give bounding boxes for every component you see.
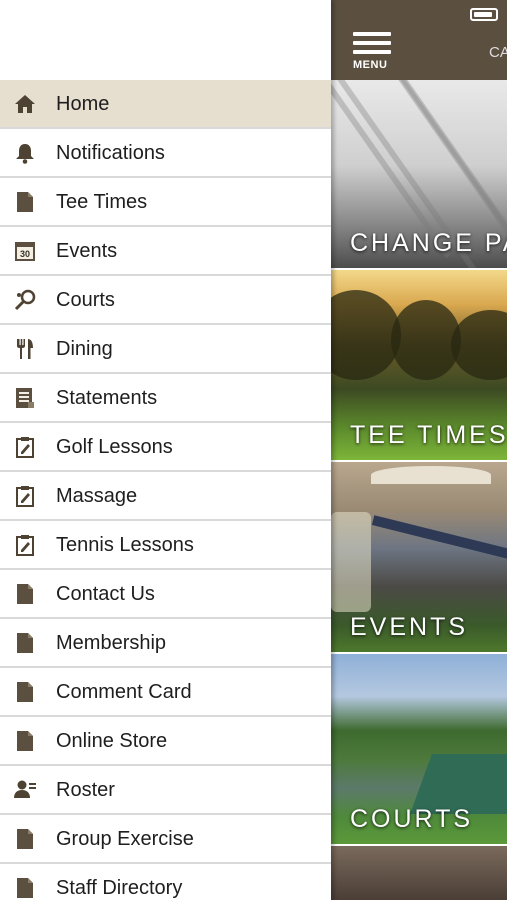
- document-icon: [13, 681, 37, 703]
- document-icon: [13, 632, 37, 654]
- clipboard-edit-icon: [13, 436, 37, 458]
- statement-icon: [13, 387, 37, 409]
- tile-partial[interactable]: [331, 846, 507, 900]
- battery-icon: [470, 8, 498, 21]
- document-icon: [13, 828, 37, 850]
- roster-icon: [13, 779, 37, 801]
- page-title: CA: [489, 44, 507, 61]
- menu-item-tee-times[interactable]: Tee Times: [0, 178, 331, 227]
- menu-item-events[interactable]: 30 Events: [0, 227, 331, 276]
- tile-tee-times[interactable]: TEE TIMES: [331, 270, 507, 462]
- tile-label: COURTS: [350, 805, 474, 833]
- tile-label: EVENTS: [350, 613, 469, 641]
- menu-item-label: Contact Us: [56, 583, 155, 605]
- top-bar: MENU CA: [331, 0, 507, 80]
- menu-label: MENU: [353, 59, 388, 71]
- menu-item-label: Membership: [56, 632, 167, 654]
- menu-item-tennis-lessons[interactable]: Tennis Lessons: [0, 521, 331, 570]
- menu-item-dining[interactable]: Dining: [0, 325, 331, 374]
- menu-item-label: Dining: [56, 338, 113, 360]
- calendar-icon: 30: [13, 240, 37, 262]
- menu-item-comment-card[interactable]: Comment Card: [0, 668, 331, 717]
- menu-item-label: Group Exercise: [56, 828, 194, 850]
- menu-item-label: Comment Card: [56, 681, 192, 703]
- menu-item-notifications[interactable]: Notifications: [0, 129, 331, 178]
- menu-item-contact-us[interactable]: Contact Us: [0, 570, 331, 619]
- utensils-icon: [13, 338, 37, 360]
- menu-item-label: Online Store: [56, 730, 168, 752]
- document-icon: [13, 730, 37, 752]
- hamburger-icon: [353, 32, 391, 36]
- menu-item-home[interactable]: Home: [0, 80, 331, 129]
- bell-icon: [13, 142, 37, 164]
- menu-list: Home Notifications Tee Times 30 Events C…: [0, 80, 331, 900]
- menu-item-label: Events: [56, 240, 118, 262]
- menu-item-label: Courts: [56, 289, 115, 311]
- navigation-drawer: Home Notifications Tee Times 30 Events C…: [0, 0, 331, 900]
- menu-item-label: Statements: [56, 387, 158, 409]
- home-icon: [13, 93, 37, 115]
- clipboard-edit-icon: [13, 534, 37, 556]
- document-icon: [13, 583, 37, 605]
- tile-events[interactable]: EVENTS: [331, 462, 507, 654]
- tile-change-password[interactable]: CHANGE PA: [331, 80, 507, 270]
- menu-item-label: Notifications: [56, 142, 165, 164]
- menu-item-label: Roster: [56, 779, 115, 801]
- menu-item-group-exercise[interactable]: Group Exercise: [0, 815, 331, 864]
- document-icon: [13, 191, 37, 213]
- menu-item-label: Staff Directory: [56, 877, 183, 899]
- tile-label: CHANGE PA: [350, 229, 507, 257]
- clipboard-edit-icon: [13, 485, 37, 507]
- menu-item-label: Home: [56, 93, 110, 115]
- menu-item-courts[interactable]: Courts: [0, 276, 331, 325]
- menu-item-staff-directory[interactable]: Staff Directory: [0, 864, 331, 900]
- main-content: MENU CA CHANGE PA TEE TIMES EVENTS COURT…: [331, 0, 507, 900]
- menu-item-label: Tennis Lessons: [56, 534, 194, 556]
- menu-button[interactable]: MENU: [353, 32, 393, 74]
- menu-item-roster[interactable]: Roster: [0, 766, 331, 815]
- menu-item-golf-lessons[interactable]: Golf Lessons: [0, 423, 331, 472]
- document-icon: [13, 877, 37, 899]
- menu-item-membership[interactable]: Membership: [0, 619, 331, 668]
- svg-text:30: 30: [20, 249, 30, 259]
- menu-item-label: Tee Times: [56, 191, 148, 213]
- racquet-icon: [13, 289, 37, 311]
- drawer-header: [0, 0, 331, 80]
- tile-courts[interactable]: COURTS: [331, 654, 507, 846]
- menu-item-statements[interactable]: Statements: [0, 374, 331, 423]
- menu-item-massage[interactable]: Massage: [0, 472, 331, 521]
- menu-item-label: Massage: [56, 485, 138, 507]
- menu-item-online-store[interactable]: Online Store: [0, 717, 331, 766]
- menu-item-label: Golf Lessons: [56, 436, 173, 458]
- tile-label: TEE TIMES: [350, 421, 507, 449]
